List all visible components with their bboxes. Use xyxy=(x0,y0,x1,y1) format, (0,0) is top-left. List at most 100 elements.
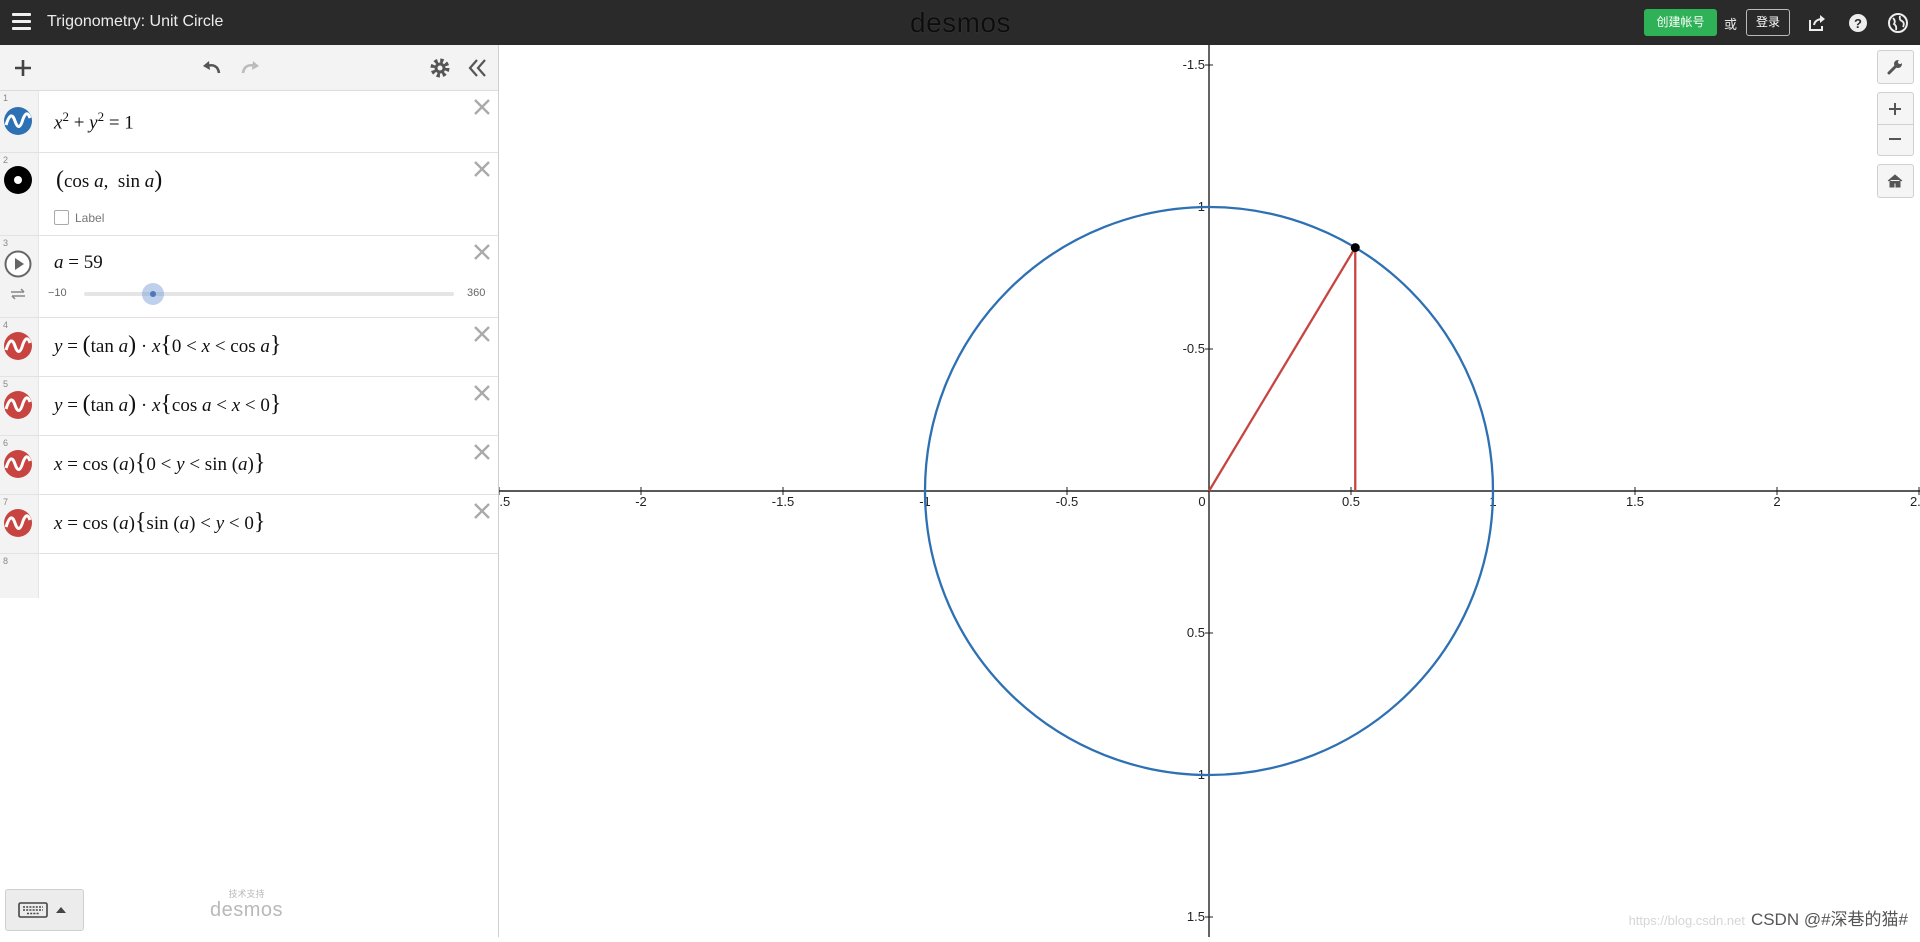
globe-icon[interactable] xyxy=(1887,12,1909,34)
x-tick-label: 2 xyxy=(1773,494,1780,509)
graph-wave-icon[interactable] xyxy=(3,390,33,420)
home-button[interactable] xyxy=(1877,164,1914,198)
home-icon xyxy=(1887,174,1903,188)
expression-row[interactable]: 6 x = cos (a){0 < y < sin (a)} xyxy=(0,436,498,495)
keyboard-button[interactable] xyxy=(5,889,84,931)
expression-panel: 1 x2 + y2 = 1 2 (cos a, sin a) Label 3 a… xyxy=(0,45,499,937)
row-number: 8 xyxy=(3,556,9,566)
expression-gutter: 2 xyxy=(0,153,39,235)
expression-gutter: 7 xyxy=(0,495,39,553)
expression-list: 1 x2 + y2 = 1 2 (cos a, sin a) Label 3 a… xyxy=(0,91,498,598)
row-number: 5 xyxy=(3,379,9,389)
or-text: 或 xyxy=(1724,17,1738,32)
checkbox[interactable] xyxy=(54,210,69,225)
expression-row[interactable]: 7 x = cos (a){sin (a) < y < 0} xyxy=(0,495,498,554)
expression-math[interactable]: y = (tan a) · x{cos a < x < 0} xyxy=(54,391,281,418)
graph-settings-button[interactable] xyxy=(1877,50,1914,84)
watermark-text: CSDN @#深巷的猫# xyxy=(1750,910,1908,929)
graph-wave-icon[interactable] xyxy=(3,106,33,136)
share-icon[interactable] xyxy=(1806,12,1828,34)
x-tick-label: 2.5 xyxy=(1910,494,1920,509)
slider-expression[interactable]: a = 59 xyxy=(54,252,103,274)
expression-gutter: 5 xyxy=(0,377,39,435)
expression-math[interactable]: (cos a, sin a) xyxy=(56,167,162,194)
create-account-button[interactable]: 创建帐号 xyxy=(1644,9,1717,36)
play-icon[interactable] xyxy=(3,249,33,279)
graph-title[interactable]: Trigonometry: Unit Circle xyxy=(47,13,223,31)
point-marker xyxy=(1350,243,1360,253)
expression-gutter: 4 xyxy=(0,318,39,376)
svg-text:?: ? xyxy=(1854,16,1862,31)
delete-icon[interactable] xyxy=(472,159,492,179)
zoom-in-icon[interactable] xyxy=(1886,100,1904,118)
delete-icon[interactable] xyxy=(472,442,492,462)
y-tick-label: 0.5 xyxy=(1187,625,1205,640)
delete-icon[interactable] xyxy=(472,97,492,117)
row-number: 2 xyxy=(3,155,9,165)
slider-thumb[interactable] xyxy=(142,283,164,305)
wrench-icon xyxy=(1887,60,1902,75)
keyboard-icon xyxy=(18,902,66,918)
collapse-icon[interactable] xyxy=(464,55,490,81)
graph-wave-icon[interactable] xyxy=(3,331,33,361)
x-tick-label: -2 xyxy=(635,494,647,509)
graph-area[interactable]: -2.5-2-1.5-1-0.500.511.522.51.510.5-0.5-… xyxy=(488,45,1920,937)
row-number: 4 xyxy=(3,320,9,330)
x-tick-label: 0.5 xyxy=(1342,494,1360,509)
delete-icon[interactable] xyxy=(472,242,492,262)
row-number: 6 xyxy=(3,438,9,448)
graph-canvas[interactable]: -2.5-2-1.5-1-0.500.511.522.51.510.5-0.5-… xyxy=(488,45,1920,937)
powered-by-brand: desmos xyxy=(210,899,284,921)
expression-row[interactable]: 2 (cos a, sin a) Label xyxy=(0,153,498,236)
delete-icon[interactable] xyxy=(472,501,492,521)
graph-wave-icon[interactable] xyxy=(3,508,33,538)
delete-icon[interactable] xyxy=(472,383,492,403)
expression-row[interactable]: 5 y = (tan a) · x{cos a < x < 0} xyxy=(0,377,498,436)
delete-icon[interactable] xyxy=(472,324,492,344)
help-icon[interactable]: ? xyxy=(1847,12,1869,34)
x-tick-label: -0.5 xyxy=(1056,494,1078,509)
panel-toolbar xyxy=(0,45,498,91)
watermark-url: https://blog.csdn.net xyxy=(1628,913,1745,928)
menu-icon[interactable] xyxy=(12,13,31,31)
expression-math[interactable]: y = (tan a) · x{0 < x < cos a} xyxy=(54,332,281,359)
graph-wave-icon[interactable] xyxy=(3,449,33,479)
label-checkbox[interactable]: Label xyxy=(54,210,104,225)
login-button[interactable]: 登录 xyxy=(1746,9,1790,36)
desmos-logo: desmos xyxy=(910,7,1012,38)
slider-track[interactable] xyxy=(84,292,454,296)
undo-icon[interactable] xyxy=(199,55,225,81)
point-icon[interactable] xyxy=(3,165,33,195)
expression-gutter: 8 xyxy=(0,554,39,598)
empty-expression-row[interactable]: 8 xyxy=(0,554,498,598)
zoom-controls xyxy=(1877,92,1914,156)
label-text: Label xyxy=(75,211,105,225)
y-tick-label: 1.5 xyxy=(1187,909,1205,924)
expression-gutter: 1 xyxy=(0,91,39,152)
top-bar: Trigonometry: Unit Circle desmos 创建帐号 或 … xyxy=(0,0,1920,45)
slider-min[interactable]: −10 xyxy=(48,287,67,299)
watermark: https://blog.csdn.net CSDN @#深巷的猫# xyxy=(1629,905,1908,930)
divider xyxy=(1878,124,1913,125)
x-tick-label: 0 xyxy=(1198,494,1205,509)
expression-math[interactable]: x2 + y2 = 1 xyxy=(54,109,134,134)
expression-gutter: 6 xyxy=(0,436,39,494)
x-tick-label: -2.5 xyxy=(499,494,510,509)
powered-by: 技术支持 desmos xyxy=(210,887,283,920)
redo-icon[interactable] xyxy=(237,55,263,81)
expression-gutter: 3 xyxy=(0,236,39,317)
x-tick-label: -1.5 xyxy=(772,494,794,509)
y-tick-label: -0.5 xyxy=(1183,341,1205,356)
expression-row[interactable]: 3 a = 59 −10 360 xyxy=(0,236,498,318)
expression-math[interactable]: x = cos (a){sin (a) < y < 0} xyxy=(54,509,265,536)
loop-icon[interactable] xyxy=(9,287,27,301)
add-icon[interactable] xyxy=(10,55,36,81)
zoom-out-icon[interactable] xyxy=(1886,130,1904,148)
settings-icon[interactable] xyxy=(427,55,453,81)
expression-row[interactable]: 1 x2 + y2 = 1 xyxy=(0,91,498,153)
expression-row[interactable]: 4 y = (tan a) · x{0 < x < cos a} xyxy=(0,318,498,377)
slider-max[interactable]: 360 xyxy=(467,287,485,299)
row-number: 1 xyxy=(3,93,9,103)
row-number: 3 xyxy=(3,238,9,248)
expression-math[interactable]: x = cos (a){0 < y < sin (a)} xyxy=(54,450,265,477)
